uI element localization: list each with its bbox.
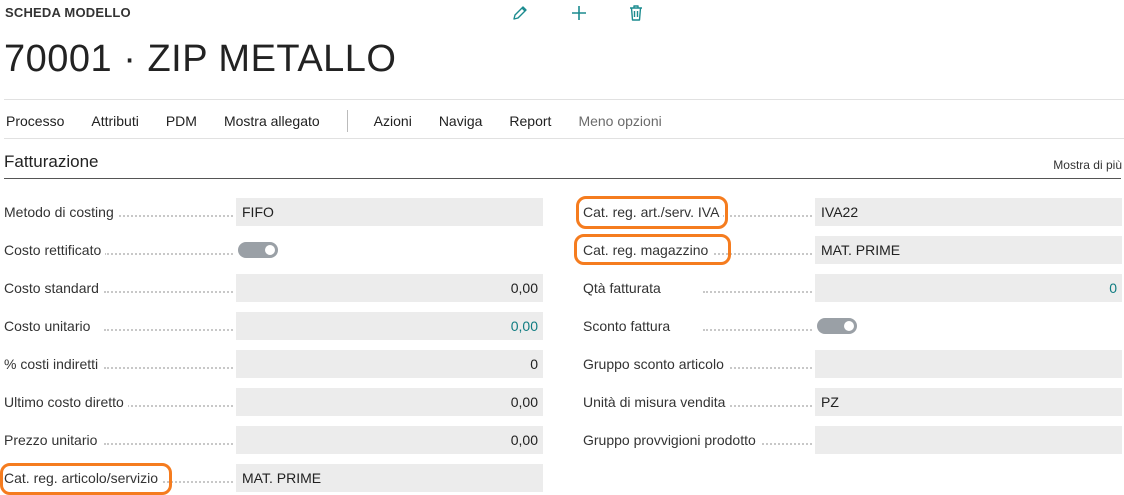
menu-azioni[interactable]: Azioni — [374, 113, 412, 129]
page-title: 70001 · ZIP METALLO — [4, 38, 397, 80]
action-bar: Processo Attributi PDM Mostra allegato A… — [0, 110, 689, 132]
menu-mostra-allegato[interactable]: Mostra allegato — [224, 113, 320, 129]
costo-unitario-field[interactable]: 0,00 — [236, 312, 543, 340]
costo-standard-field[interactable]: 0,00 — [236, 274, 543, 302]
field-label: Sconto fattura — [583, 318, 675, 334]
field-label: Qtà fatturata — [583, 280, 665, 296]
dot-leader — [104, 329, 233, 331]
highlight-annotation — [576, 196, 728, 229]
field-label: Costo unitario — [4, 318, 95, 334]
cat-reg-articolo-field[interactable]: MAT. PRIME — [236, 464, 543, 492]
divider — [4, 99, 1124, 100]
sconto-fattura-toggle[interactable] — [817, 318, 857, 334]
divider — [4, 138, 1124, 139]
prezzo-unitario-field[interactable]: 0,00 — [236, 426, 543, 454]
menu-meno-opzioni[interactable]: Meno opzioni — [578, 113, 661, 129]
plus-icon[interactable] — [569, 3, 589, 23]
field-label: Metodo di costing — [4, 204, 118, 220]
cat-reg-iva-field[interactable]: IVA22 — [815, 198, 1122, 226]
field-label: Costo rettificato — [4, 242, 106, 258]
qta-fatturata-field[interactable]: 0 — [815, 274, 1122, 302]
highlight-annotation — [574, 234, 731, 265]
metodo-costing-field[interactable]: FIFO — [236, 198, 543, 226]
trash-icon[interactable] — [626, 3, 646, 23]
section-title[interactable]: Fatturazione — [4, 152, 99, 172]
highlight-annotation — [0, 463, 172, 495]
field-row-costo-unitario: Costo unitario 0,00 — [4, 312, 543, 340]
field-row-sconto-fattura: Sconto fattura — [583, 312, 1122, 340]
pencil-icon[interactable] — [510, 3, 530, 23]
costi-indiretti-field[interactable]: 0 — [236, 350, 543, 378]
menu-separator — [346, 110, 348, 132]
dot-leader — [104, 291, 233, 293]
field-label: % costi indiretti — [4, 356, 103, 372]
field-label: Ultimo costo diretto — [4, 394, 128, 410]
field-row-unita-misura-vendita: Unità di misura vendita PZ — [583, 388, 1122, 416]
menu-report[interactable]: Report — [509, 113, 551, 129]
menu-pdm[interactable]: PDM — [166, 113, 197, 129]
cat-reg-magazzino-field[interactable]: MAT. PRIME — [815, 236, 1122, 264]
costo-rettificato-toggle[interactable] — [238, 242, 278, 258]
gruppo-provvigioni-field[interactable] — [815, 426, 1122, 454]
dot-leader — [104, 367, 233, 369]
dot-leader — [104, 253, 233, 255]
field-row-costo-rettificato: Costo rettificato — [4, 236, 543, 264]
dot-leader — [104, 443, 233, 445]
menu-processo[interactable]: Processo — [6, 113, 64, 129]
dot-leader — [104, 215, 233, 217]
field-row-gruppo-provvigioni: Gruppo provvigioni prodotto — [583, 426, 1122, 454]
toggle-knob — [265, 245, 275, 255]
menu-naviga[interactable]: Naviga — [439, 113, 483, 129]
page-type-label: SCHEDA MODELLO — [5, 5, 131, 20]
field-label: Costo standard — [4, 280, 103, 296]
field-label: Unità di misura vendita — [583, 394, 730, 410]
gruppo-sconto-articolo-field[interactable] — [815, 350, 1122, 378]
show-more-link[interactable]: Mostra di più — [1053, 158, 1122, 172]
unita-misura-vendita-field[interactable]: PZ — [815, 388, 1122, 416]
field-row-ultimo-costo-diretto: Ultimo costo diretto 0,00 — [4, 388, 543, 416]
field-label: Gruppo sconto articolo — [583, 356, 728, 372]
field-label: Gruppo provvigioni prodotto — [583, 432, 760, 448]
toggle-knob — [844, 321, 854, 331]
field-row-gruppo-sconto-articolo: Gruppo sconto articolo — [583, 350, 1122, 378]
section-divider — [4, 178, 1121, 179]
ultimo-costo-diretto-field[interactable]: 0,00 — [236, 388, 543, 416]
field-row-qta-fatturata: Qtà fatturata 0 — [583, 274, 1122, 302]
dot-leader — [703, 329, 812, 331]
field-label: Prezzo unitario — [4, 432, 102, 448]
field-row-costi-indiretti: % costi indiretti 0 — [4, 350, 543, 378]
dot-leader — [703, 291, 812, 293]
field-row-costo-standard: Costo standard 0,00 — [4, 274, 543, 302]
menu-attributi[interactable]: Attributi — [91, 113, 138, 129]
field-row-prezzo-unitario: Prezzo unitario 0,00 — [4, 426, 543, 454]
field-row-metodo-costing: Metodo di costing FIFO — [4, 198, 543, 226]
